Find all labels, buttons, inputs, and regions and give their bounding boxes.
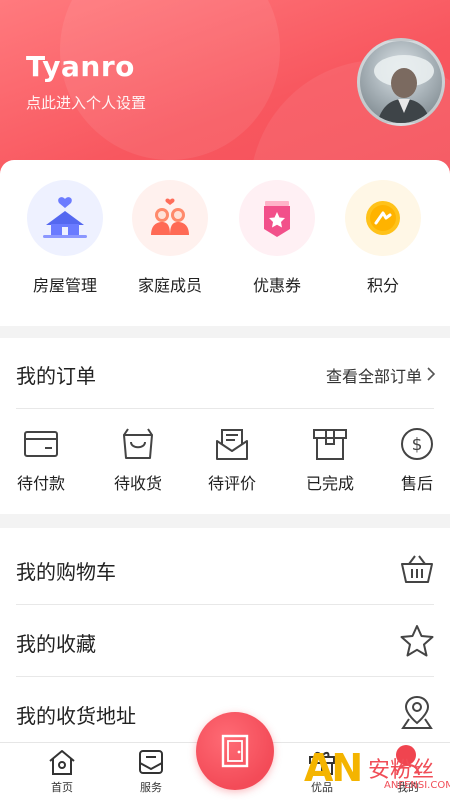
family-icon (132, 180, 208, 256)
quick-link-label: 房屋管理 (32, 276, 97, 295)
watermark-url: ANFENSI.COM (384, 780, 450, 791)
points-icon (345, 180, 421, 256)
star-icon (398, 622, 436, 660)
order-status-completed[interactable]: 已完成 (295, 426, 365, 494)
home-icon (32, 747, 92, 777)
tab-label: 服务 (140, 781, 162, 794)
service-icon (121, 747, 181, 777)
coupon-icon (239, 180, 315, 256)
center-door-button[interactable] (196, 712, 274, 790)
basket-icon (398, 550, 436, 588)
view-all-orders-label: 查看全部订单 (325, 367, 422, 386)
menu-item-favorites[interactable]: 我的收藏 (0, 604, 450, 676)
review-envelope-icon (197, 426, 267, 462)
quick-link-coupons[interactable]: 优惠券 (232, 180, 322, 296)
order-status-label: 售后 (400, 474, 433, 493)
avatar[interactable] (357, 38, 445, 126)
svg-text:$: $ (412, 435, 423, 455)
order-status-label: 待评价 (207, 474, 256, 493)
menu-list: 我的购物车 我的收藏 我的收货地址 (0, 528, 450, 742)
quick-link-label: 积分 (366, 276, 399, 295)
house-icon (27, 180, 103, 256)
tab-home[interactable]: 首页 (32, 747, 92, 795)
quick-link-family-members[interactable]: 家庭成员 (125, 180, 215, 296)
box-icon (295, 426, 365, 462)
divider (16, 408, 434, 409)
order-status-pending-review[interactable]: 待评价 (197, 426, 267, 494)
quick-links-card: 房屋管理 家庭成员 优惠券 积分 (0, 160, 450, 326)
order-status-label: 待收货 (113, 474, 162, 493)
order-status-after-sales[interactable]: $ 售后 (382, 426, 450, 494)
quick-link-house-management[interactable]: 房屋管理 (20, 180, 110, 296)
tab-label: 首页 (51, 781, 73, 794)
username[interactable]: Tyanro (26, 50, 135, 83)
wallet-icon (6, 426, 76, 462)
orders-title: 我的订单 (16, 364, 96, 388)
quick-link-points[interactable]: 积分 (338, 180, 428, 296)
order-status-pending-payment[interactable]: 待付款 (6, 426, 76, 494)
menu-item-shopping-cart[interactable]: 我的购物车 (0, 532, 450, 604)
location-pin-icon (398, 694, 436, 732)
dollar-circle-icon: $ (382, 426, 450, 462)
order-status-label: 待付款 (16, 474, 65, 493)
menu-item-label: 我的收藏 (16, 632, 96, 656)
view-all-orders-link[interactable]: 查看全部订单 (326, 363, 436, 387)
watermark: AN 安粉丝 ANFENSI.COM (300, 744, 450, 800)
menu-item-label: 我的收货地址 (16, 704, 136, 728)
menu-item-label: 我的购物车 (16, 560, 116, 584)
quick-link-label: 优惠券 (252, 276, 301, 295)
quick-link-label: 家庭成员 (137, 276, 202, 295)
chevron-right-icon (426, 366, 436, 385)
order-status-pending-receipt[interactable]: 待收货 (103, 426, 173, 494)
bag-icon (103, 426, 173, 462)
orders-section: 我的订单 查看全部订单 待付款 待收货 待评价 已完成 $ 售后 (0, 338, 450, 514)
door-icon (221, 734, 249, 768)
order-status-label: 已完成 (305, 474, 354, 493)
tab-service[interactable]: 服务 (121, 747, 181, 795)
settings-link[interactable]: 点此进入个人设置 (26, 92, 146, 113)
watermark-logo: AN (304, 746, 363, 790)
